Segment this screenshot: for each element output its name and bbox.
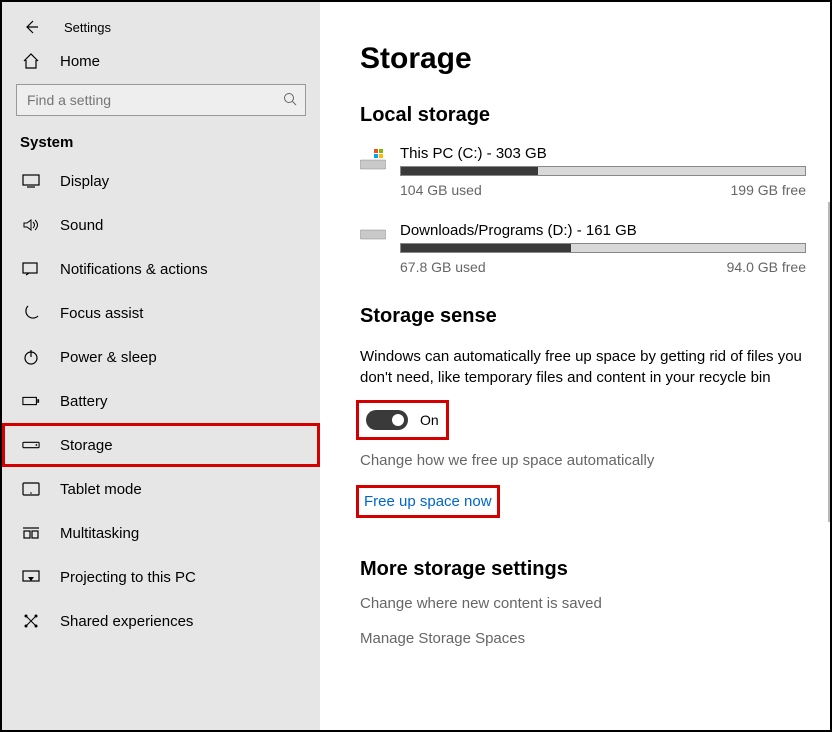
notifications-icon xyxy=(22,260,40,278)
free-up-space-link[interactable]: Free up space now xyxy=(360,489,496,514)
sound-icon xyxy=(22,216,40,234)
drive-usage-bar xyxy=(400,166,806,176)
category-label: System xyxy=(2,134,320,159)
settings-window: Settings Home System Display Sound xyxy=(0,0,832,732)
sidebar-item-power-sleep[interactable]: Power & sleep xyxy=(2,335,320,379)
change-content-location-link[interactable]: Change where new content is saved xyxy=(360,595,806,612)
nav-label: Multitasking xyxy=(60,525,139,542)
sidebar: Settings Home System Display Sound xyxy=(2,2,320,730)
nav-label: Power & sleep xyxy=(60,349,157,366)
drive-used: 67.8 GB used xyxy=(400,259,486,275)
drive-name: Downloads/Programs (D:) - 161 GB xyxy=(400,222,806,239)
toggle-switch[interactable] xyxy=(366,410,408,430)
nav-label: Shared experiences xyxy=(60,613,193,630)
projecting-icon xyxy=(22,568,40,586)
window-title: Settings xyxy=(64,20,111,35)
page-title: Storage xyxy=(360,42,806,76)
storage-icon xyxy=(22,436,40,454)
local-storage-heading: Local storage xyxy=(360,104,806,127)
display-icon xyxy=(22,172,40,190)
sidebar-item-storage[interactable]: Storage xyxy=(2,423,320,467)
scrollbar-track[interactable] xyxy=(828,202,830,522)
drive-used: 104 GB used xyxy=(400,182,482,198)
home-icon xyxy=(22,52,40,70)
sidebar-item-focus-assist[interactable]: Focus assist xyxy=(2,291,320,335)
nav-label: Focus assist xyxy=(60,305,143,322)
drive-c-icon xyxy=(360,149,386,169)
nav-label: Storage xyxy=(60,437,113,454)
sidebar-item-notifications[interactable]: Notifications & actions xyxy=(2,247,320,291)
storage-sense-heading: Storage sense xyxy=(360,305,806,328)
nav-label: Sound xyxy=(60,217,103,234)
drive-free: 94.0 GB free xyxy=(727,259,806,275)
sidebar-item-multitasking[interactable]: Multitasking xyxy=(2,511,320,555)
drive-name: This PC (C:) - 303 GB xyxy=(400,145,806,162)
home-link[interactable]: Home xyxy=(2,46,320,84)
drive-d-icon xyxy=(360,226,386,246)
drive-c[interactable]: This PC (C:) - 303 GB 104 GB used 199 GB… xyxy=(360,145,806,198)
battery-icon xyxy=(22,392,40,410)
back-icon[interactable] xyxy=(22,18,40,36)
storage-sense-toggle[interactable]: On xyxy=(360,404,445,436)
main-content: Storage Local storage This PC (C:) - 303… xyxy=(320,2,830,730)
toggle-label: On xyxy=(420,412,439,428)
storage-sense-description: Windows can automatically free up space … xyxy=(360,346,806,388)
sidebar-item-battery[interactable]: Battery xyxy=(2,379,320,423)
shared-icon xyxy=(22,612,40,630)
more-settings-heading: More storage settings xyxy=(360,558,806,581)
drive-usage-bar xyxy=(400,243,806,253)
tablet-icon xyxy=(22,480,40,498)
search-input[interactable] xyxy=(25,91,270,109)
drive-free: 199 GB free xyxy=(731,182,807,198)
search-icon xyxy=(283,92,297,109)
sidebar-item-display[interactable]: Display xyxy=(2,159,320,203)
nav-label: Display xyxy=(60,173,109,190)
nav-label: Projecting to this PC xyxy=(60,569,196,586)
sidebar-item-shared[interactable]: Shared experiences xyxy=(2,599,320,643)
sidebar-item-sound[interactable]: Sound xyxy=(2,203,320,247)
drive-d[interactable]: Downloads/Programs (D:) - 161 GB 67.8 GB… xyxy=(360,222,806,275)
manage-storage-spaces-link[interactable]: Manage Storage Spaces xyxy=(360,630,806,647)
multitasking-icon xyxy=(22,524,40,542)
sidebar-item-tablet[interactable]: Tablet mode xyxy=(2,467,320,511)
power-icon xyxy=(22,348,40,366)
search-box[interactable] xyxy=(16,84,306,116)
home-label: Home xyxy=(60,53,100,70)
nav-label: Notifications & actions xyxy=(60,261,208,278)
change-free-space-link[interactable]: Change how we free up space automaticall… xyxy=(360,452,806,469)
focus-assist-icon xyxy=(22,304,40,322)
nav-label: Tablet mode xyxy=(60,481,142,498)
nav-label: Battery xyxy=(60,393,108,410)
sidebar-item-projecting[interactable]: Projecting to this PC xyxy=(2,555,320,599)
